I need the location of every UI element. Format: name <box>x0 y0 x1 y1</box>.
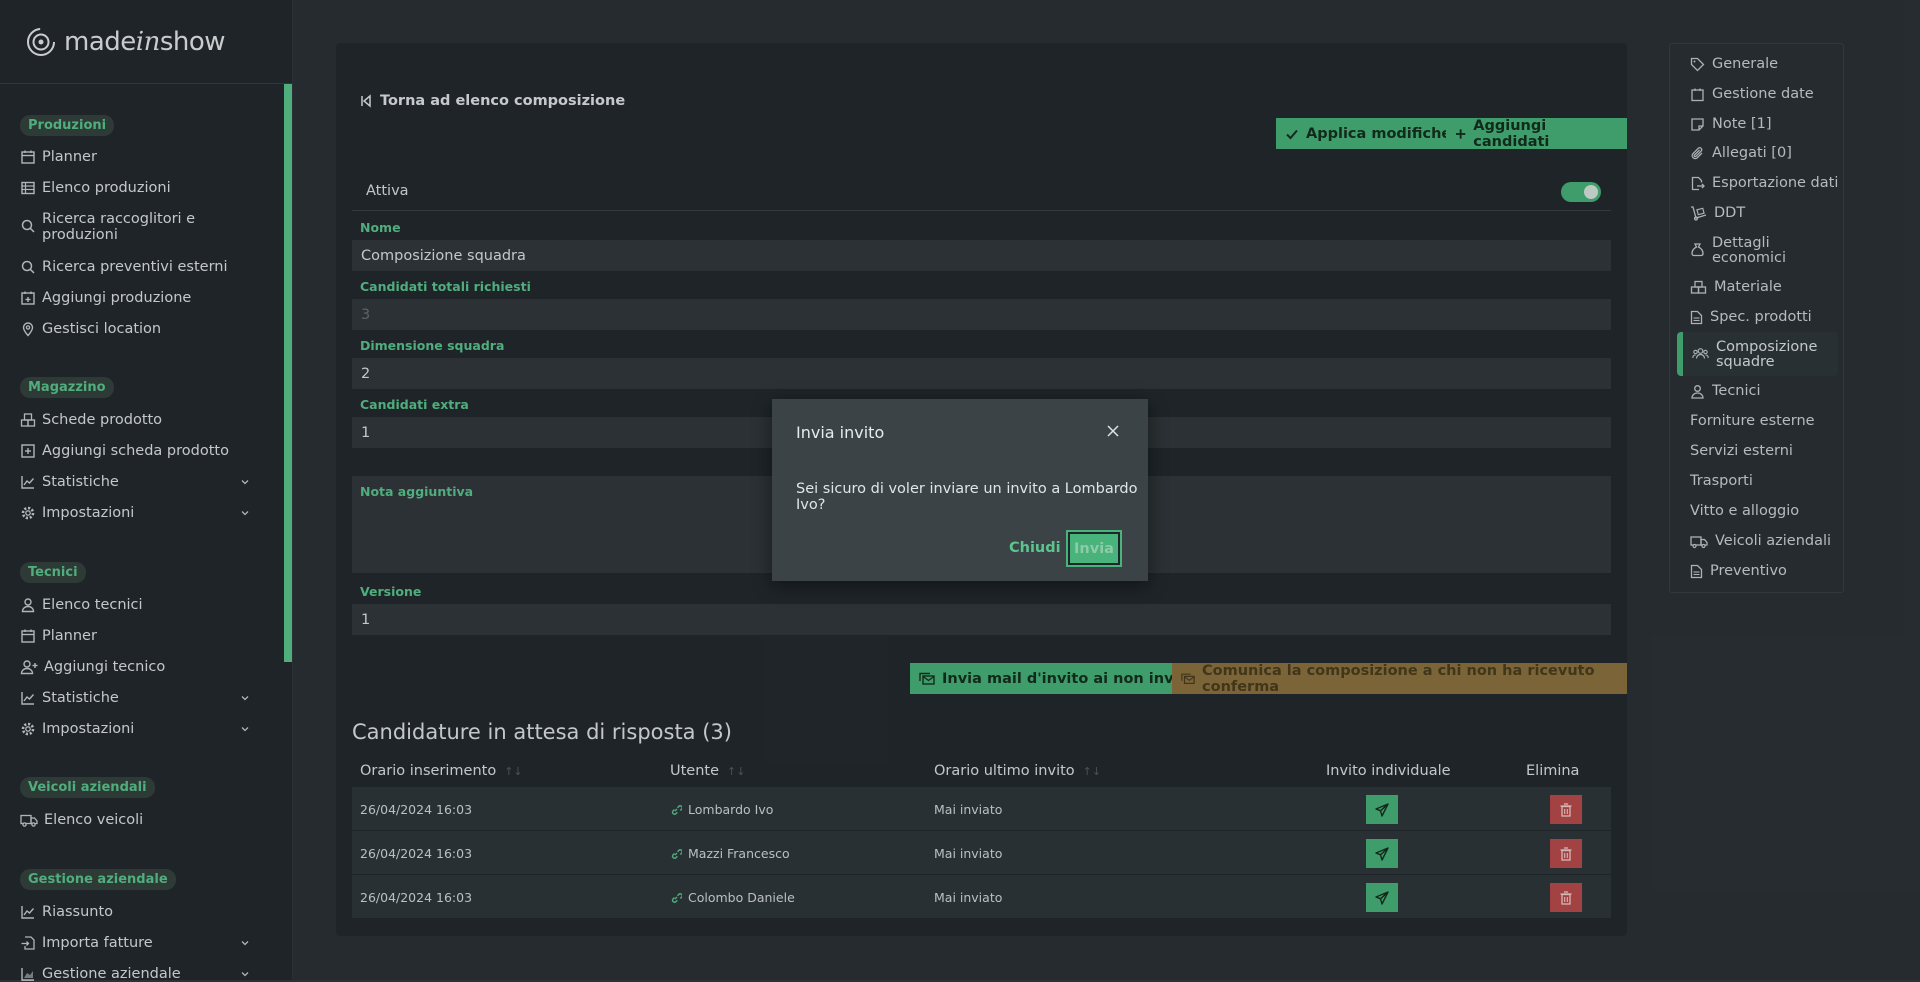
modal-cancel-button[interactable]: Chiudi <box>1009 540 1061 556</box>
modal-message: Sei sicuro di voler inviare un invito a … <box>796 481 1138 513</box>
close-icon[interactable] <box>1106 424 1120 438</box>
invite-modal: Invia invito Sei sicuro di voler inviare… <box>772 399 1148 581</box>
modal-title: Invia invito <box>796 423 885 442</box>
modal-confirm-button[interactable]: Invia <box>1066 530 1122 567</box>
